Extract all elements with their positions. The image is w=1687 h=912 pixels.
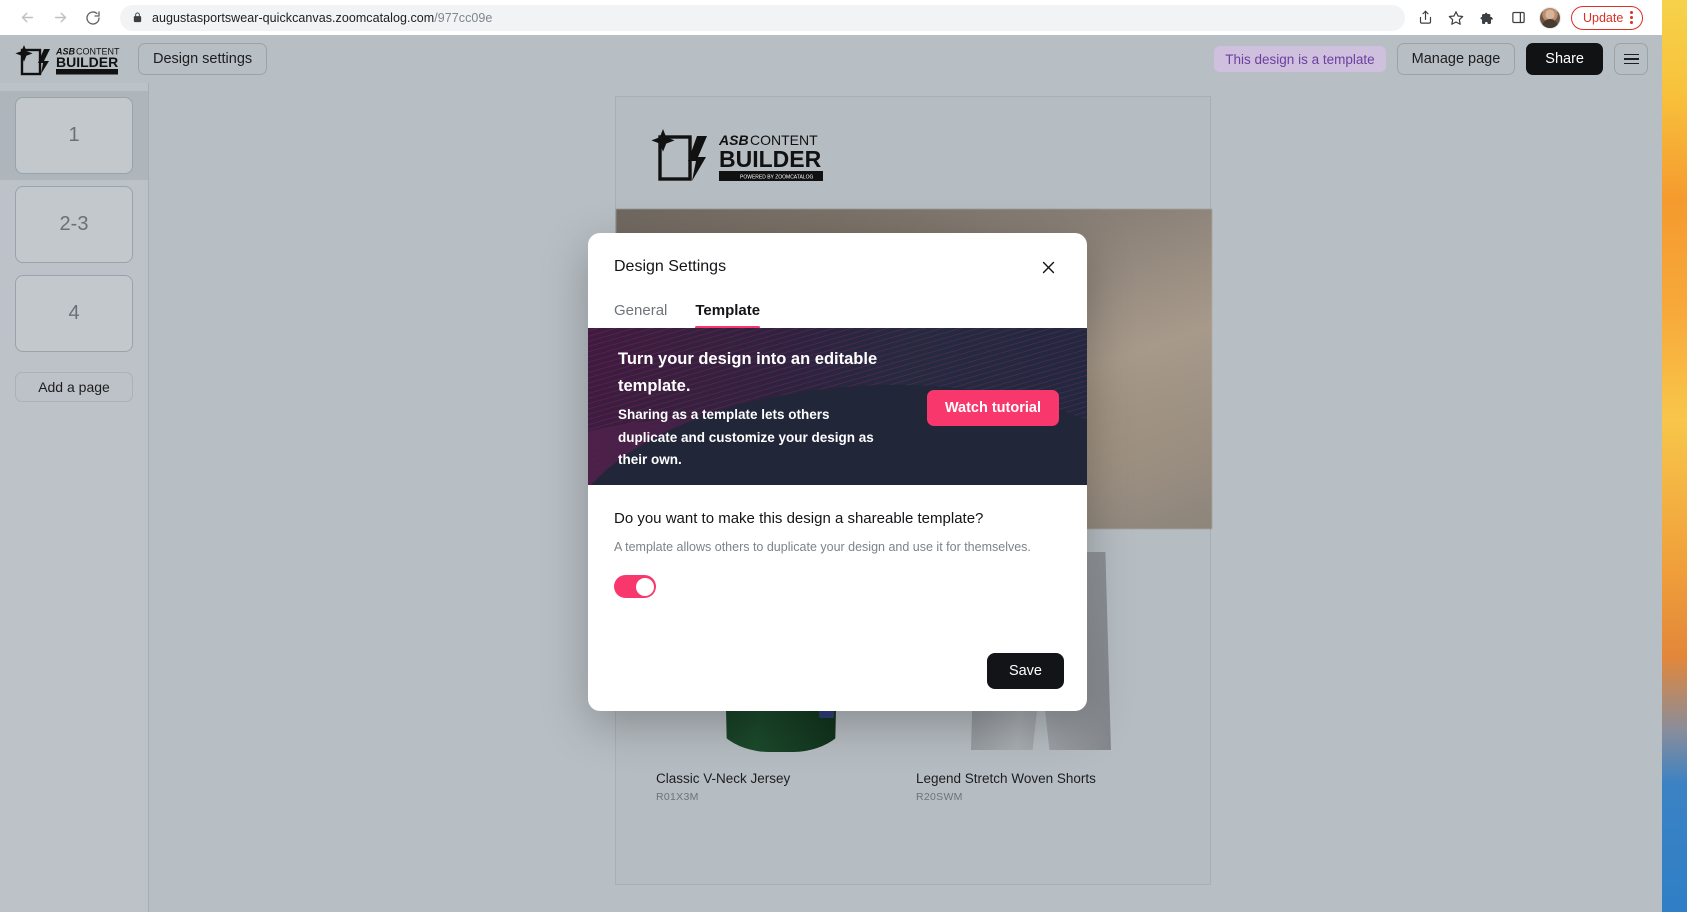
page-row[interactable]: 1 <box>0 91 148 180</box>
reload-icon[interactable] <box>78 3 108 33</box>
product-name: Classic V-Neck Jersey <box>656 771 791 786</box>
shareable-template-help-text: A template allows others to duplicate yo… <box>614 540 1031 554</box>
extensions-puzzle-icon[interactable] <box>1473 4 1501 32</box>
add-page-button[interactable]: Add a page <box>15 372 133 402</box>
forward-icon[interactable] <box>45 3 75 33</box>
browser-toolbar-actions: Update <box>1411 4 1644 32</box>
app-logo[interactable]: ASB CONTENT BUILDER <box>14 42 120 76</box>
update-label: Update <box>1583 10 1624 25</box>
chrome-menu-icon[interactable] <box>1627 11 1636 24</box>
page-thumbnail-4[interactable]: 4 <box>15 275 133 352</box>
watch-tutorial-button[interactable]: Watch tutorial <box>926 390 1059 426</box>
promo-title: Turn your design into an editable templa… <box>618 350 878 395</box>
promo-text-block: Turn your design into an editable templa… <box>618 346 888 472</box>
svg-text:BUILDER: BUILDER <box>719 146 822 172</box>
template-status-badge: This design is a template <box>1214 46 1386 72</box>
page-thumbnail-1[interactable]: 1 <box>15 97 133 174</box>
product-sku: R01X3M <box>656 791 699 803</box>
product-name: Legend Stretch Woven Shorts <box>916 771 1096 786</box>
address-bar[interactable]: augustasportswear-quickcanvas.zoomcatalo… <box>120 4 1405 31</box>
canvas-brand-logo: ASB CONTENT BUILDER POWERED BY ZOOMCATAL… <box>649 127 825 194</box>
design-settings-modal: Design Settings General Template Turn yo… <box>588 233 1087 711</box>
modal-tabs: General Template <box>588 302 1087 329</box>
tab-template[interactable]: Template <box>695 302 760 329</box>
hamburger-menu-icon[interactable] <box>1614 43 1648 75</box>
toggle-knob <box>635 577 654 596</box>
tab-general[interactable]: General <box>614 302 667 328</box>
modal-title: Design Settings <box>614 258 727 275</box>
close-icon[interactable] <box>1035 254 1061 280</box>
share-page-icon[interactable] <box>1411 4 1439 32</box>
browser-window: augustasportswear-quickcanvas.zoomcatalo… <box>0 0 1662 912</box>
svg-text:BUILDER: BUILDER <box>56 54 118 70</box>
shareable-template-question: Do you want to make this design a sharea… <box>614 510 984 527</box>
page-row[interactable]: 4 <box>0 269 148 358</box>
url-text: augustasportswear-quickcanvas.zoomcatalo… <box>152 10 493 25</box>
lock-icon <box>132 11 143 24</box>
update-button[interactable]: Update <box>1571 5 1644 30</box>
manage-page-button[interactable]: Manage page <box>1396 43 1516 75</box>
bookmark-star-icon[interactable] <box>1442 4 1470 32</box>
svg-text:POWERED BY ZOOMCATALOG: POWERED BY ZOOMCATALOG <box>740 175 813 181</box>
page-row[interactable]: 2-3 <box>0 180 148 269</box>
modal-footer: Save <box>986 653 1064 689</box>
promo-subtitle: Sharing as a template lets others duplic… <box>618 407 874 468</box>
page-thumbnail-2-3[interactable]: 2-3 <box>15 186 133 263</box>
back-icon[interactable] <box>12 3 42 33</box>
product-sku: R20SWM <box>916 791 963 803</box>
promo-banner: Turn your design into an editable templa… <box>588 328 1087 485</box>
modal-header: Design Settings <box>588 233 1087 280</box>
side-panel-icon[interactable] <box>1504 4 1532 32</box>
app-header-actions: This design is a template Manage page Sh… <box>1214 43 1648 75</box>
profile-avatar[interactable] <box>1539 6 1561 29</box>
design-settings-button[interactable]: Design settings <box>138 43 268 75</box>
share-button[interactable]: Share <box>1526 43 1603 75</box>
browser-toolbar: augustasportswear-quickcanvas.zoomcatalo… <box>0 0 1662 35</box>
app-root: ASB CONTENT BUILDER Design settings This… <box>0 35 1662 912</box>
pages-panel: 1 2-3 4 Add a page <box>0 83 149 912</box>
shareable-template-toggle[interactable] <box>614 575 656 598</box>
modal-body: Do you want to make this design a sharea… <box>588 485 1087 598</box>
save-button[interactable]: Save <box>986 653 1064 689</box>
app-header: ASB CONTENT BUILDER Design settings This… <box>0 35 1662 83</box>
browser-nav-buttons <box>12 3 108 33</box>
